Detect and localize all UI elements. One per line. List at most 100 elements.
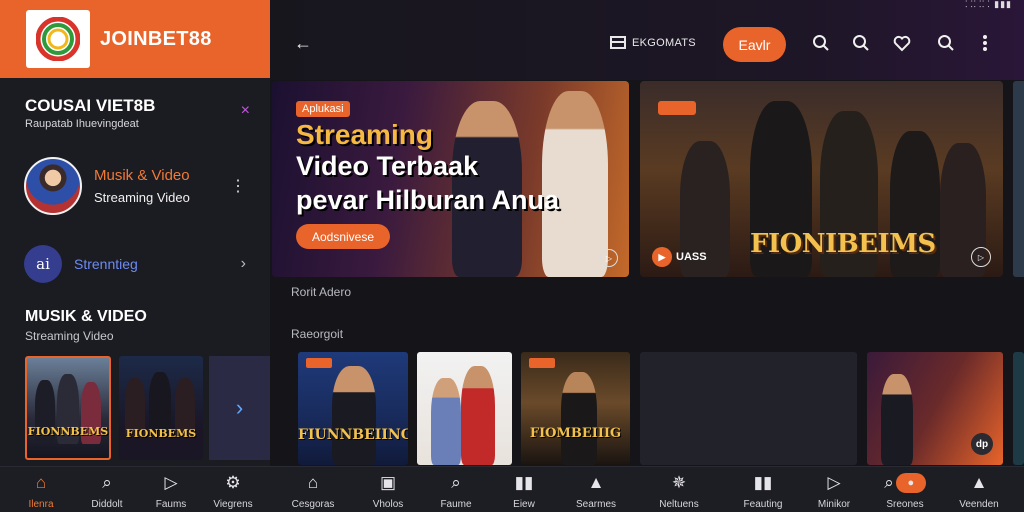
nav-label: Searmes — [575, 499, 616, 510]
video-card[interactable]: FIOMBEIIIG — [521, 352, 630, 465]
more-icon[interactable] — [982, 34, 988, 52]
sidebar-heading-subtitle: Streaming Video — [25, 329, 114, 343]
nav-item-settings[interactable]: ⚙ Viegrens — [198, 473, 268, 510]
hero-title-line3: pevar Hilburan Anua — [296, 185, 560, 215]
star-icon: ✵ — [671, 473, 687, 492]
nav-item-home[interactable]: ⌂ Ilenra — [6, 473, 76, 510]
play-icon[interactable]: ▶ — [652, 247, 672, 267]
thumbnail-caption: FIONBEMS — [125, 427, 197, 440]
hero-badge-label: UASS — [676, 251, 707, 263]
nav-label: Minikor — [817, 499, 851, 510]
heart-icon[interactable] — [893, 34, 911, 52]
card-caption: FIUNNBEIING — [298, 427, 408, 443]
chevron-right-icon[interactable]: › — [209, 356, 270, 460]
back-arrow-icon[interactable]: ← — [294, 33, 312, 54]
hero-badge: ▶ UASS — [652, 247, 707, 267]
close-icon[interactable]: × — [241, 102, 250, 120]
hero-banner[interactable]: FIONIBEIMS ▶ UASS ▷ — [640, 81, 1003, 277]
sidebar-section-title: COUSAI VIET8B — [25, 96, 156, 115]
nav-item-search[interactable]: ⌕ Faume — [421, 473, 491, 510]
bottom-navigation: ⌂ Ilenra ⌕ Diddolt ▷ Faums ⚙ Viegrens ⌂ … — [0, 466, 1024, 512]
status-indicators: ⸬⸬⸬ ▮▮▮ — [965, 0, 1012, 9]
sidebar: JOINBET88 COUSAI VIET8B Raupatab Ihuevin… — [0, 0, 270, 512]
hero-title: FIONIBEIMS — [750, 229, 936, 259]
chevron-right-icon: › — [240, 255, 246, 272]
play-icon: ▷ — [827, 473, 841, 492]
hero-banner[interactable]: Aplukasi Streaming Video Terbaak pevar H… — [272, 81, 629, 277]
nav-item-search[interactable]: ⌕ Diddolt — [72, 473, 142, 510]
nav-label: Sreones — [886, 499, 924, 510]
brand-header[interactable]: JOINBET88 — [0, 0, 270, 78]
nav-label: Diddolt — [91, 499, 123, 510]
menu-button[interactable]: EKGOMATS — [610, 36, 696, 49]
nav-item-view[interactable]: ▮▮ Eiew — [489, 473, 559, 510]
home-icon: ⌂ — [35, 473, 47, 492]
play-icon[interactable]: ▷ — [600, 249, 618, 267]
sidebar-heading: MUSIK & VIDEO — [25, 308, 147, 325]
search-icon: ⌕ — [102, 473, 112, 492]
thumbnail[interactable]: FIONNBEMS — [25, 356, 111, 460]
sidebar-section: COUSAI VIET8B Raupatab Ihuevingdeat × — [25, 96, 250, 130]
grid-icon — [610, 36, 626, 49]
nav-item-features[interactable]: ✵ Neltuens — [644, 473, 714, 510]
video-card[interactable]: dp — [867, 352, 1003, 465]
search-icon: ⌕ — [451, 473, 461, 492]
card-tag — [306, 358, 332, 368]
hero-banner-peek[interactable] — [1013, 81, 1024, 277]
top-bar: ← EKGOMATS Eavlr ⸬⸬⸬ ▮▮▮ — [270, 0, 1024, 80]
featured-title: Musik & Video — [94, 167, 190, 184]
brand-logo — [26, 10, 90, 68]
gear-icon: ⚙ — [225, 473, 241, 492]
nav-item-profile[interactable]: ▲ Searmes — [561, 473, 631, 510]
library-icon: ▮▮ — [753, 473, 773, 492]
nav-label: Faums — [155, 499, 187, 510]
sidebar-section-subtitle: Raupatab Ihuevingdeat — [25, 118, 139, 130]
home-icon: ⌂ — [307, 473, 319, 492]
nav-label: Feauting — [743, 499, 783, 510]
video-card-peek[interactable] — [1013, 352, 1024, 465]
hero-title: Streaming — [296, 119, 433, 150]
nav-label: Cesgoras — [291, 499, 335, 510]
more-icon[interactable]: ⋮ — [230, 176, 246, 196]
video-card[interactable] — [417, 352, 512, 465]
avatar — [24, 157, 82, 215]
nav-label: Neltuens — [659, 499, 699, 510]
nav-item-library[interactable]: ▮▮ Feauting — [728, 473, 798, 510]
nav-item-profile[interactable]: ▲ Veenden — [944, 473, 1014, 510]
nav-label: Eiew — [513, 499, 535, 510]
sidebar-item-streaming[interactable]: ai Strenntieg › — [24, 245, 254, 283]
hero-tag — [658, 101, 696, 115]
hero-tag: Aplukasi — [296, 101, 350, 117]
video-card[interactable]: FIUNNBEIING — [298, 352, 408, 465]
sidebar-item-label: Strenntieg — [74, 256, 138, 272]
brand-name: JOINBET88 — [100, 27, 212, 50]
nav-item-videos[interactable]: ▣ Vholos — [353, 473, 423, 510]
nav-item-home[interactable]: ⌂ Cesgoras — [278, 473, 348, 510]
featured-item[interactable]: Musik & Video Streaming Video ⋮ — [24, 156, 254, 216]
nav-item-player[interactable]: ▷ Minikor — [799, 473, 869, 510]
ai-icon: ai — [24, 245, 62, 283]
search-icon[interactable] — [852, 34, 870, 52]
nav-label: Faume — [440, 499, 472, 510]
thumbnail[interactable]: FIONBEMS — [119, 356, 203, 460]
featured-subtitle: Streaming Video — [94, 190, 190, 205]
thumbnail-caption: FIONNBEMS — [27, 425, 109, 438]
badge-pill: ● — [895, 473, 926, 493]
hero-title-line2: Video Terbaak — [296, 151, 479, 181]
user-icon: ▲ — [587, 473, 605, 492]
nav-item-play[interactable]: ▷ Faums — [136, 473, 206, 510]
bookmark-icon: ▮▮ — [514, 473, 534, 492]
cube-icon: ▣ — [379, 473, 397, 492]
primary-button[interactable]: Eavlr — [723, 27, 786, 62]
hero-cta-button[interactable]: Aodsnivese — [296, 224, 390, 249]
nav-item-search[interactable]: ⌕ ● Sreones — [870, 473, 940, 510]
user-icon: ▲ — [970, 473, 988, 492]
video-card[interactable] — [640, 352, 857, 465]
search-icon[interactable] — [937, 34, 955, 52]
play-icon[interactable]: ▷ — [971, 247, 991, 267]
card-tag — [529, 358, 555, 368]
section-label: Rorit Adero — [291, 285, 352, 299]
search-icon[interactable] — [812, 34, 830, 52]
nav-label: Veenden — [959, 499, 999, 510]
menu-label: EKGOMATS — [632, 36, 696, 49]
